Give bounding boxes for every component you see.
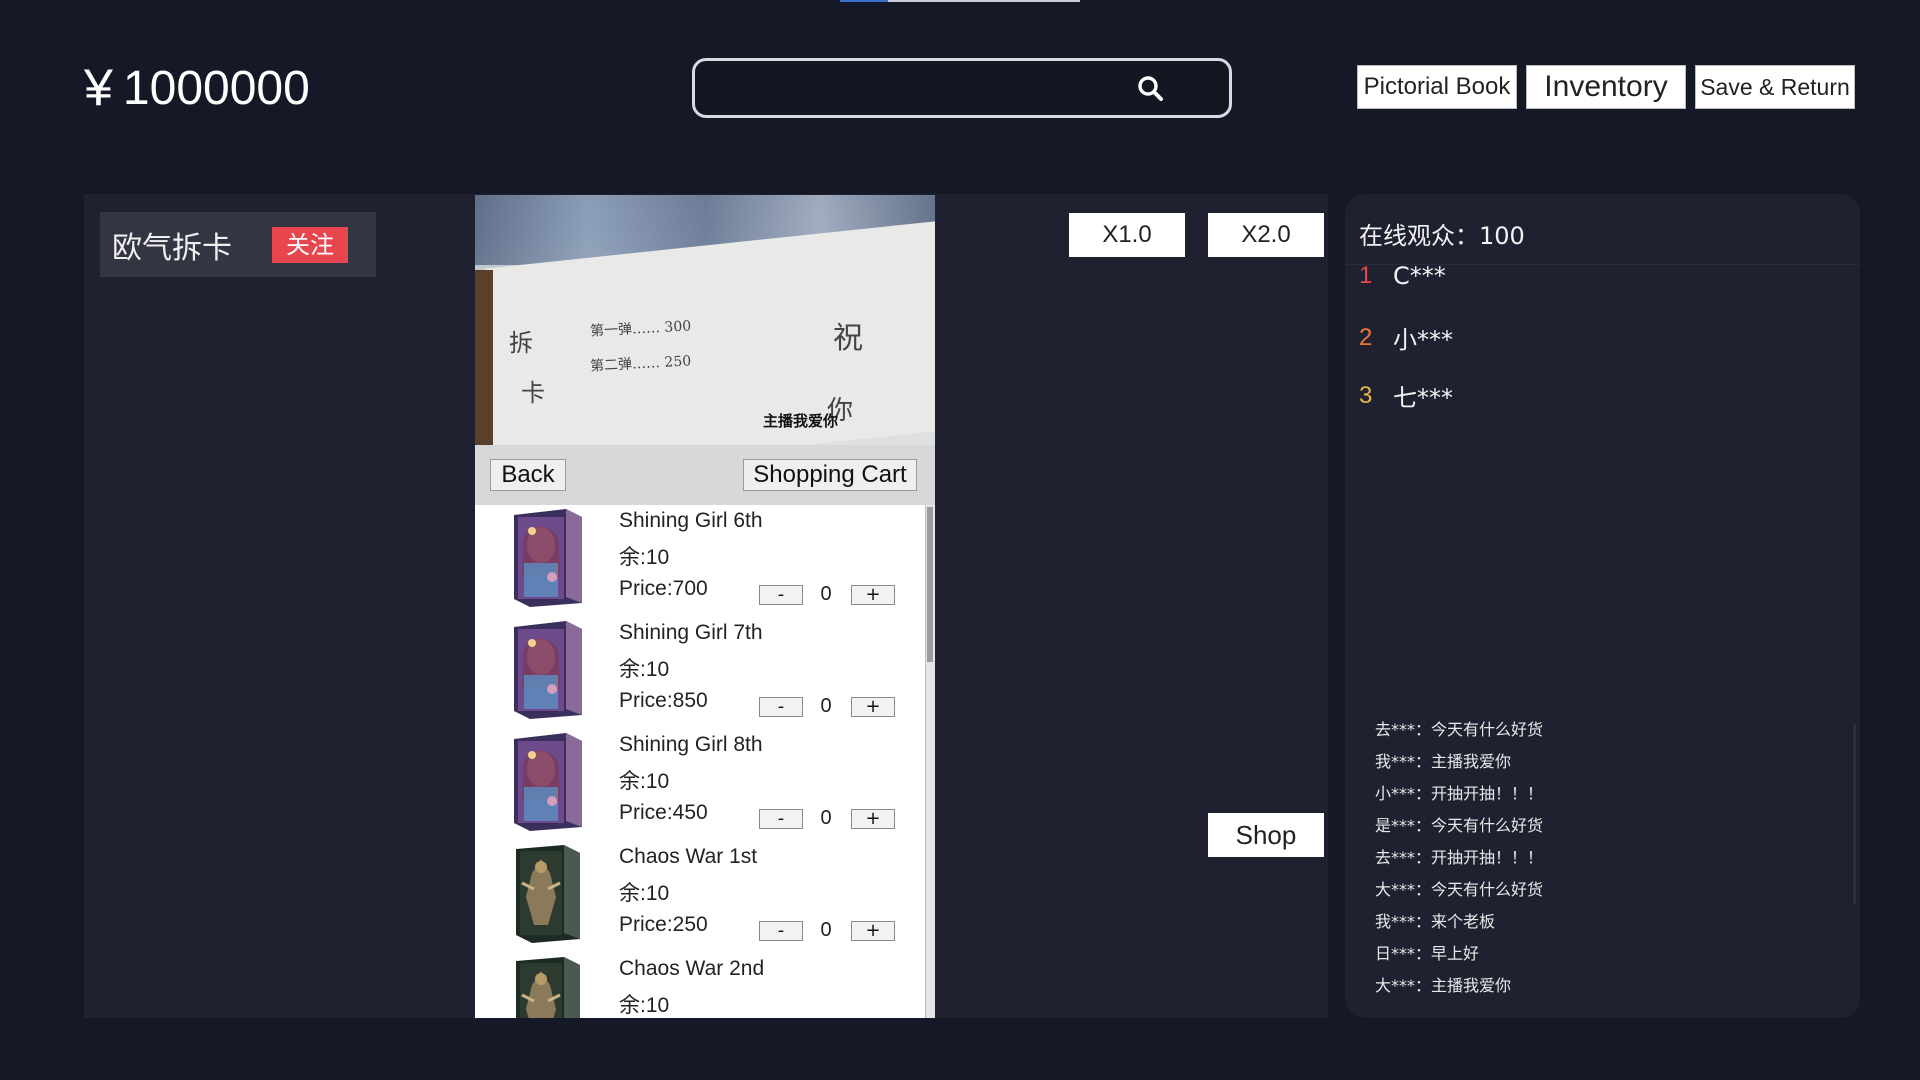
scrollbar-thumb[interactable] [927,507,933,662]
product-row: Shining Girl 8th 余:10 Price:450 -0 + [475,729,925,841]
ranking-item: 3 七*** [1359,378,1453,413]
chaos-war-box-image [510,843,586,943]
shining-girl-box-image [510,619,586,719]
shop-button[interactable]: Shop [1208,813,1324,857]
chat-message: 大***：今天有什么好货 [1375,880,1544,899]
quantity-increase-button[interactable]: + [851,697,895,717]
chat-message: 是***：今天有什么好货 [1375,816,1544,835]
chat-message: 日***：早上好 [1375,944,1480,963]
sign-text-left2: 卡 [521,379,545,407]
quantity-value: 0 [820,583,832,605]
chat-message: 去***：开抽开抽！！！ [1375,848,1544,867]
video-danmaku-overlay: 主播我爱你 [763,412,839,430]
pictorial-book-button[interactable]: Pictorial Book [1357,65,1517,109]
quantity-value: 0 [820,807,832,829]
ranking-user: 小*** [1393,326,1453,354]
save-return-button[interactable]: Save & Return [1695,65,1855,109]
chat-feed: 去***：今天有什么好货 我***：主播我爱你小***：开抽开抽！！！ 是***：今… [1375,714,1835,1002]
quantity-decrease-button[interactable]: - [759,809,803,829]
balance-amount: 1000000 [122,61,310,115]
shop-panel: Back Shopping Cart Shining Girl 6th 余:10 P… [475,445,935,1018]
currency-symbol: ¥ [84,59,113,117]
product-row: Shining Girl 6th 余:10 Price:700 -0 + [475,505,925,617]
quantity-decrease-button[interactable]: - [759,585,803,605]
product-price: Price:450 [619,801,708,824]
ranking-number: 1 [1359,262,1373,289]
quantity-value: 0 [820,919,832,941]
ranking-item: 2 小*** [1359,320,1453,355]
ranking-user: 七*** [1393,384,1453,412]
chat-scrollbar[interactable] [1853,724,1856,904]
chat-message: 大***：主播我爱你 [1375,976,1512,995]
product-price: Price:250 [619,913,708,936]
quantity-value: 0 [820,695,832,717]
product-name: Shining Girl 8th [619,733,763,756]
stream-video: 拆 卡 第一弹…… 300 第二弹…… 250 祝 你 主播我爱你 [475,195,935,445]
shining-girl-box-image [510,507,586,607]
follow-button[interactable]: 关注 [272,226,348,263]
search-box[interactable] [692,58,1232,118]
ranking-number: 2 [1359,323,1373,351]
ranking-number: 3 [1359,381,1373,409]
product-price: Price:850 [619,689,708,712]
shopping-cart-button[interactable]: Shopping Cart [743,459,917,491]
product-stock: 余:10 [619,770,670,793]
inventory-button[interactable]: Inventory [1526,65,1686,109]
product-name: Chaos War 1st [619,845,758,868]
video-table-edge [475,270,493,445]
sign-text-left1: 拆 [509,329,533,357]
chat-message: 去***：今天有什么好货 [1375,720,1544,739]
quantity-decrease-button[interactable]: - [759,921,803,941]
product-stock: 余:10 [619,882,670,905]
ranking-item: 1 C*** [1359,262,1446,290]
shop-header: Back Shopping Cart [475,445,935,505]
product-price: Price:700 [619,577,708,600]
sign-text-right1: 祝 [833,321,863,356]
quantity-increase-button[interactable]: + [851,585,895,605]
product-list-scrollbar[interactable] [925,505,935,1018]
online-viewers: 在线观众：100 [1359,222,1525,250]
product-stock: 余:10 [619,658,670,681]
product-name: Shining Girl 7th [619,621,763,644]
audience-sidebar: 在线观众：100 1 C*** 2 小*** 3 七*** 去***：今天有什么好货 我**… [1345,194,1860,1018]
ranking-user: C*** [1393,262,1446,290]
quantity-increase-button[interactable]: + [851,921,895,941]
chat-message: 我***：来个老板 [1375,912,1496,931]
chaos-war-box-image [510,955,586,1018]
product-name: Chaos War 2nd [619,957,765,980]
top-progress-fill [840,0,888,2]
product-stock: 余:10 [619,994,670,1017]
wallet-balance: ¥ 1000000 [84,58,310,118]
product-row: Chaos War 1st 余:10 Price:250 -0 + [475,841,925,953]
streamer-name: 欧气拆卡 [112,230,232,266]
streamer-card: 欧气拆卡 关注 [100,212,376,277]
chat-message: 我***：主播我爱你 [1375,752,1512,771]
chat-message: 小***：开抽开抽！！！ [1375,784,1544,803]
search-icon[interactable] [1135,73,1167,105]
product-name: Shining Girl 6th [619,509,763,532]
speed-x1-button[interactable]: X1.0 [1069,213,1185,257]
product-stock: 余:10 [619,546,670,569]
product-row: Shining Girl 7th 余:10 Price:850 -0 + [475,617,925,729]
search-input[interactable] [711,69,1155,109]
top-progress-indicator [840,0,1080,2]
product-list[interactable]: Shining Girl 6th 余:10 Price:700-0 + Shining … [475,505,925,1018]
quantity-increase-button[interactable]: + [851,809,895,829]
speed-x2-button[interactable]: X2.0 [1208,213,1324,257]
product-row: Chaos War 2nd 余:10 [475,953,925,1018]
quantity-decrease-button[interactable]: - [759,697,803,717]
back-button[interactable]: Back [490,459,566,491]
shining-girl-box-image [510,731,586,831]
